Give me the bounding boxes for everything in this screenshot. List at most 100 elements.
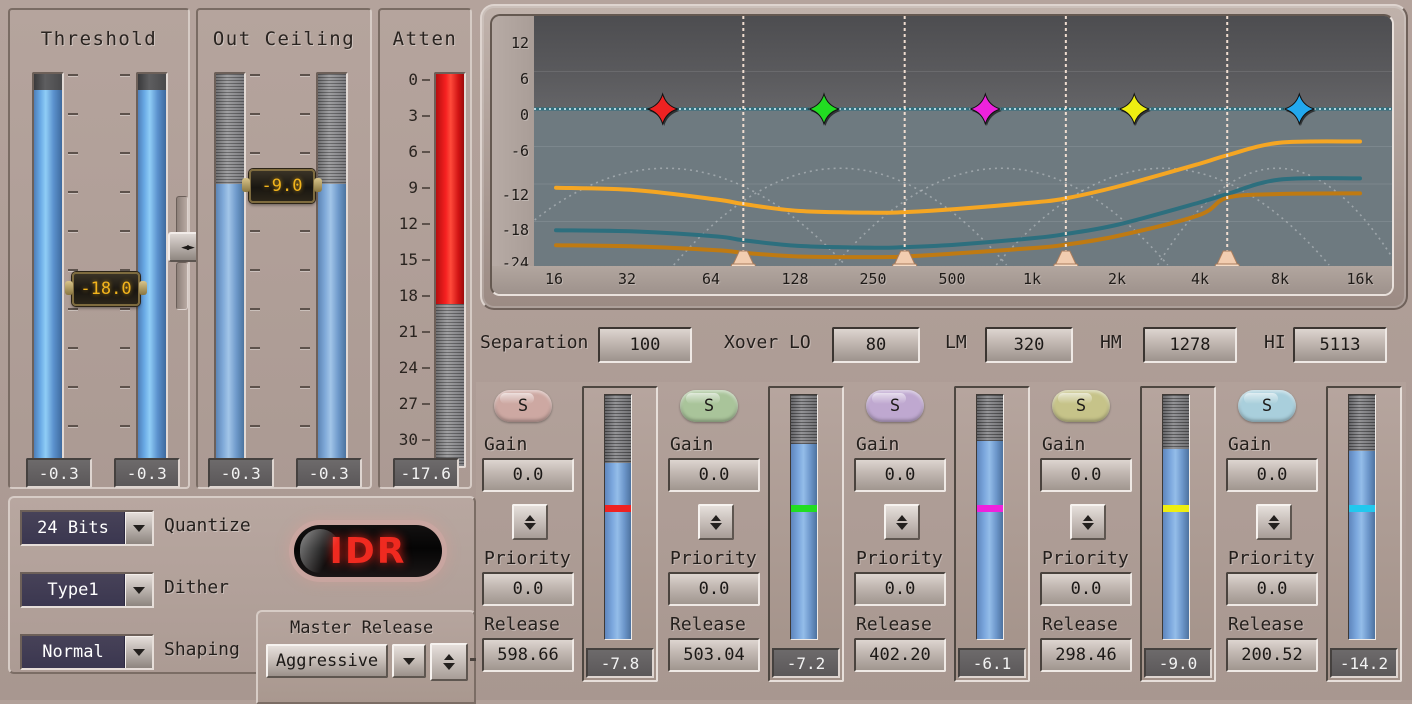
band-1-solo-button[interactable]: S bbox=[494, 390, 552, 422]
threshold-meter-right[interactable] bbox=[136, 72, 168, 468]
band-2-meter-value: -7.2 bbox=[772, 648, 840, 678]
atten-tick-24: 24 bbox=[398, 358, 431, 377]
graph-plot-area[interactable] bbox=[534, 16, 1392, 266]
band-2-gain-field[interactable]: 0.0 bbox=[668, 458, 760, 492]
band-5-priority-label: Priority bbox=[1228, 548, 1315, 569]
x-tick-16: 16 bbox=[544, 270, 564, 288]
master-release-value[interactable]: Aggressive bbox=[266, 644, 388, 678]
xover-lm-label: LM bbox=[945, 332, 967, 353]
atten-tick-12: 12 bbox=[398, 214, 431, 233]
band-4-meter[interactable] bbox=[1162, 394, 1190, 640]
xover-row: Separation 100 Xover LO 80 LM 320 HM 127… bbox=[480, 318, 1408, 376]
band-3-strip: S Gain 0.0 Priority 0.0 Release 402.20 -… bbox=[848, 382, 1034, 700]
band-4-gain-field[interactable]: 0.0 bbox=[1040, 458, 1132, 492]
out-ceiling-title: Out Ceiling bbox=[212, 28, 356, 50]
out-ceiling-value-handle[interactable]: -9.0 bbox=[242, 169, 322, 203]
xover-hm-field[interactable]: 1278 bbox=[1143, 327, 1237, 363]
band-1-gain-label: Gain bbox=[484, 434, 528, 455]
band-1-release-label: Release bbox=[484, 614, 560, 635]
out-ceiling-meter-left[interactable] bbox=[214, 72, 246, 468]
band-5-gain-label: Gain bbox=[1228, 434, 1272, 455]
xover-lo-field[interactable]: 80 bbox=[832, 327, 920, 363]
x-tick-8k: 8k bbox=[1270, 270, 1290, 288]
dither-dropdown-arrow[interactable] bbox=[125, 574, 152, 606]
xover-hm-label: HM bbox=[1100, 332, 1122, 353]
band-3-meter-value: -6.1 bbox=[958, 648, 1026, 678]
band-1-gain-field[interactable]: 0.0 bbox=[482, 458, 574, 492]
shaping-dropdown-arrow[interactable] bbox=[125, 636, 152, 668]
idr-led-button[interactable]: IDR bbox=[294, 525, 442, 577]
band-5-meter-box: -14.2 bbox=[1326, 386, 1402, 682]
y-tick-12: 12 bbox=[510, 34, 529, 52]
band-5-gain-field[interactable]: 0.0 bbox=[1226, 458, 1318, 492]
threshold-ticks-left bbox=[68, 72, 78, 464]
x-tick-64: 64 bbox=[701, 270, 721, 288]
band-5-meter-marker bbox=[1349, 504, 1375, 512]
band-1-gain-spinner[interactable] bbox=[512, 504, 548, 540]
separation-field[interactable]: 100 bbox=[598, 327, 692, 363]
band-4-priority-label: Priority bbox=[1042, 548, 1129, 569]
master-release-title: Master Release bbox=[290, 618, 434, 638]
x-tick-16k: 16k bbox=[1346, 270, 1374, 288]
band-4-solo-button[interactable]: S bbox=[1052, 390, 1110, 422]
dither-label: Dither bbox=[164, 577, 230, 598]
quantize-combo[interactable]: 24 Bits bbox=[20, 510, 154, 546]
atten-scale: 0 3 6 9 12 15 18 21 24 27 30 bbox=[384, 72, 431, 464]
threshold-meter-left[interactable] bbox=[32, 72, 64, 468]
band-2-meter-marker bbox=[791, 504, 817, 512]
band-3-meter[interactable] bbox=[976, 394, 1004, 640]
band-5-priority-field[interactable]: 0.0 bbox=[1226, 572, 1318, 606]
band-strip-container: S Gain 0.0 Priority 0.0 Release 598.66 -… bbox=[476, 382, 1412, 700]
band-3-gain-field[interactable]: 0.0 bbox=[854, 458, 946, 492]
band-5-release-field[interactable]: 200.52 bbox=[1226, 638, 1318, 672]
band-2-gain-spinner[interactable] bbox=[698, 504, 734, 540]
quantize-dropdown-arrow[interactable] bbox=[125, 512, 152, 544]
band-2-solo-button[interactable]: S bbox=[680, 390, 738, 422]
quantize-value: 24 Bits bbox=[22, 512, 125, 544]
band-5-release-label: Release bbox=[1228, 614, 1304, 635]
band-1-meter-marker bbox=[605, 504, 631, 512]
band-2-meter[interactable] bbox=[790, 394, 818, 640]
master-release-dropdown-arrow[interactable] bbox=[392, 644, 426, 678]
band-5-solo-button[interactable]: S bbox=[1238, 390, 1296, 422]
band-3-solo-label: S bbox=[889, 396, 901, 416]
frequency-graph-panel: 12 6 0 -6 -12 -18 -24 16 32 64 128 250 5… bbox=[480, 4, 1408, 310]
band-3-gain-spinner[interactable] bbox=[884, 504, 920, 540]
band-4-gain-spinner[interactable] bbox=[1070, 504, 1106, 540]
band-5-gain-spinner[interactable] bbox=[1256, 504, 1292, 540]
band-3-solo-button[interactable]: S bbox=[866, 390, 924, 422]
band-4-priority-field[interactable]: 0.0 bbox=[1040, 572, 1132, 606]
band-1-solo-label: S bbox=[517, 396, 529, 416]
band-2-release-field[interactable]: 503.04 bbox=[668, 638, 760, 672]
xover-lm-field[interactable]: 320 bbox=[985, 327, 1073, 363]
band-3-priority-field[interactable]: 0.0 bbox=[854, 572, 946, 606]
xover-hi-field[interactable]: 5113 bbox=[1293, 327, 1387, 363]
band-4-release-field[interactable]: 298.46 bbox=[1040, 638, 1132, 672]
master-release-spinner[interactable] bbox=[430, 643, 468, 681]
threshold-value-handle[interactable]: -18.0 bbox=[65, 272, 147, 306]
band-2-gain-label: Gain bbox=[670, 434, 714, 455]
y-tick-6: 6 bbox=[519, 70, 529, 88]
y-tick-m18: -18 bbox=[501, 221, 529, 239]
atten-title: Atten bbox=[392, 28, 458, 50]
band-3-release-field[interactable]: 402.20 bbox=[854, 638, 946, 672]
xover-hi-label: HI bbox=[1264, 332, 1286, 353]
dither-combo[interactable]: Type1 bbox=[20, 572, 154, 608]
band-1-meter-box: -7.8 bbox=[582, 386, 658, 682]
master-release-panel: Master Release Aggressive bbox=[256, 610, 484, 704]
graph-y-axis: 12 6 0 -6 -12 -18 -24 bbox=[492, 16, 534, 272]
x-tick-250: 250 bbox=[859, 270, 887, 288]
band-2-priority-field[interactable]: 0.0 bbox=[668, 572, 760, 606]
band-1-meter[interactable] bbox=[604, 394, 632, 640]
y-tick-m6: -6 bbox=[510, 142, 529, 160]
frequency-graph[interactable]: 12 6 0 -6 -12 -18 -24 16 32 64 128 250 5… bbox=[490, 14, 1394, 296]
shaping-combo[interactable]: Normal bbox=[20, 634, 154, 670]
band-1-priority-field[interactable]: 0.0 bbox=[482, 572, 574, 606]
band-5-meter[interactable] bbox=[1348, 394, 1376, 640]
band-4-meter-marker bbox=[1163, 504, 1189, 512]
band-2-solo-label: S bbox=[703, 396, 715, 416]
band-1-release-field[interactable]: 598.66 bbox=[482, 638, 574, 672]
x-tick-1k: 1k bbox=[1022, 270, 1042, 288]
plugin-window: Threshold -18.0 -0.3 -0.3 ◄► Out Ceiling… bbox=[0, 0, 1412, 704]
out-ceiling-meter-right[interactable] bbox=[316, 72, 348, 468]
